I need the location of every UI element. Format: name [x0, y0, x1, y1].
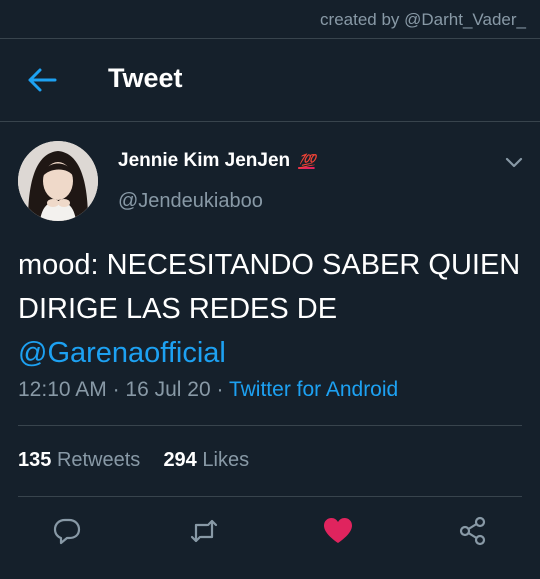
back-arrow-icon[interactable] — [22, 61, 62, 99]
hundred-points-icon: 💯 — [298, 152, 315, 169]
chevron-down-icon[interactable] — [503, 151, 525, 173]
credit-bar: created by @Darht_Vader_ — [0, 0, 540, 39]
meta-separator: · — [216, 378, 224, 401]
credit-text: created by @Darht_Vader_ — [320, 10, 526, 29]
tweet-stats: 135 Retweets 294 Likes — [18, 449, 249, 472]
tweet-date: 16 Jul 20 — [125, 378, 211, 401]
retweets-stat[interactable]: 135 Retweets — [18, 449, 146, 471]
tweet-source-link[interactable]: Twitter for Android — [229, 378, 398, 401]
heart-icon[interactable] — [323, 516, 353, 546]
share-icon[interactable] — [458, 516, 488, 546]
tweet-time: 12:10 AM — [18, 378, 107, 401]
retweets-label: Retweets — [56, 449, 141, 471]
user-handle[interactable]: @Jendeukiaboo — [118, 190, 263, 213]
avatar[interactable] — [18, 141, 98, 221]
divider — [18, 425, 522, 426]
action-bar — [0, 516, 540, 552]
tweet-text: mood: NECESITANDO SABER QUIEN DIRIGE LAS… — [18, 249, 521, 325]
avatar-image — [18, 141, 98, 221]
retweets-count: 135 — [18, 449, 52, 471]
display-name-text: Jennie Kim JenJen — [118, 150, 291, 171]
display-name[interactable]: Jennie Kim JenJen 💯 — [118, 150, 316, 172]
likes-stat[interactable]: 294 Likes — [163, 449, 249, 471]
divider — [18, 496, 522, 497]
reply-icon[interactable] — [52, 516, 82, 546]
mention-link[interactable]: @Garenaofficial — [18, 337, 226, 369]
top-app-bar: Tweet — [0, 39, 540, 122]
tweet-body: mood: NECESITANDO SABER QUIEN DIRIGE LAS… — [18, 243, 523, 375]
meta-separator: · — [112, 378, 120, 401]
page-title: Tweet — [108, 63, 183, 93]
likes-count: 294 — [163, 449, 197, 471]
retweet-icon[interactable] — [189, 516, 219, 546]
tweet-meta: 12:10 AM · 16 Jul 20 · Twitter for Andro… — [18, 378, 398, 402]
likes-label: Likes — [202, 449, 250, 471]
